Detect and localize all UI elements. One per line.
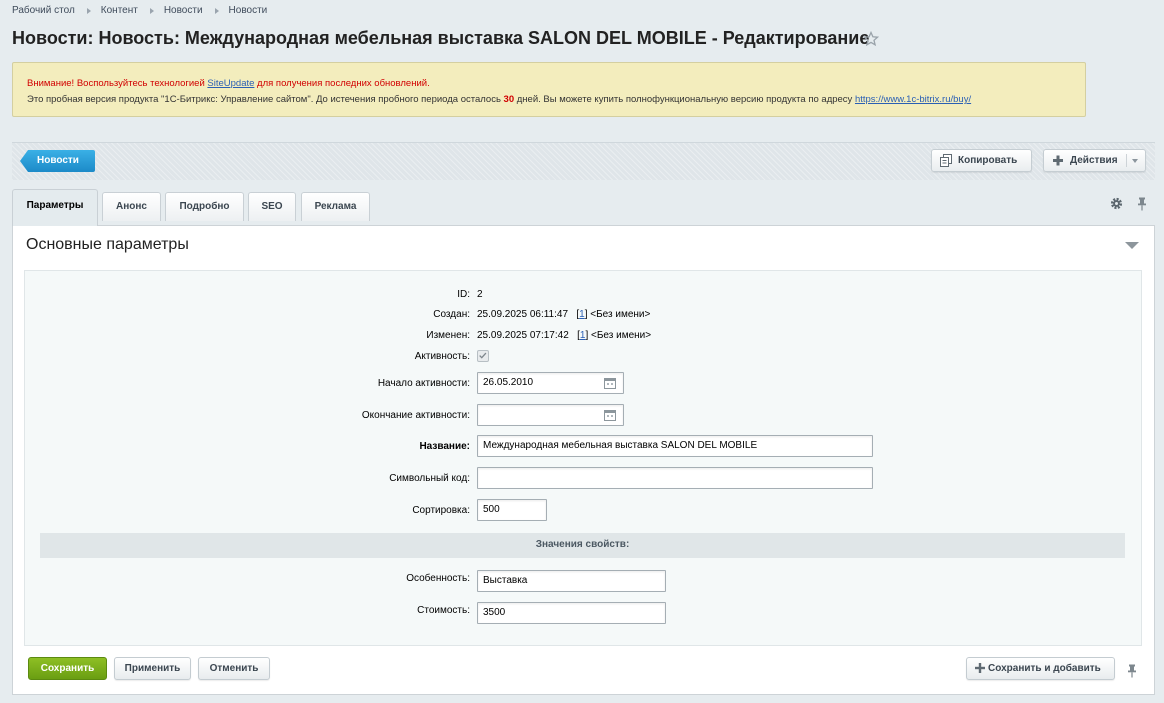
- created-user-name: <Без имени>: [590, 309, 651, 320]
- active-checkbox[interactable]: [477, 350, 489, 362]
- active-from-input[interactable]: 26.05.2010: [477, 372, 624, 394]
- breadcrumb-item-desktop[interactable]: Рабочий стол: [12, 5, 75, 16]
- gear-icon[interactable]: [1110, 197, 1123, 210]
- pin-icon[interactable]: [1127, 664, 1137, 678]
- breadcrumb-item-content[interactable]: Контент: [101, 5, 138, 16]
- actions-button-label: Действия: [1070, 155, 1118, 166]
- breadcrumb-separator-icon: [149, 7, 154, 14]
- copy-button-label: Копировать: [958, 155, 1018, 166]
- name-label: Название:: [419, 441, 470, 452]
- code-input[interactable]: [477, 467, 873, 489]
- sort-input[interactable]: 500: [477, 499, 547, 521]
- active-from-value: 26.05.2010: [483, 377, 534, 388]
- notice-info-text: Это пробная версия продукта "1С-Битрикс:…: [27, 94, 504, 105]
- sort-label: Сортировка:: [412, 505, 470, 516]
- modified-user-name: <Без имени>: [591, 330, 652, 341]
- edit-panel: Основные параметры ID: 2 Создан: 25.09.2…: [12, 225, 1155, 695]
- section-title: Основные параметры: [26, 236, 189, 253]
- calendar-icon[interactable]: [604, 409, 616, 421]
- id-label: ID:: [457, 289, 470, 300]
- name-input[interactable]: Международная мебельная выставка SALON D…: [477, 435, 873, 457]
- breadcrumb-separator-icon: [214, 7, 219, 14]
- breadcrumb-item-news-list[interactable]: Новости: [229, 5, 268, 16]
- save-and-add-label: Сохранить и добавить: [988, 663, 1101, 674]
- code-label: Символьный код:: [389, 473, 470, 484]
- copy-icon: [940, 154, 952, 167]
- tab-seo[interactable]: SEO: [248, 192, 296, 221]
- created-user-link[interactable]: 1: [579, 309, 585, 320]
- tab-advertising[interactable]: Реклама: [301, 192, 370, 221]
- save-and-add-button[interactable]: Сохранить и добавить: [966, 657, 1115, 680]
- modified-user-link[interactable]: 1: [580, 330, 586, 341]
- cancel-button[interactable]: Отменить: [198, 657, 270, 680]
- feature-input[interactable]: Выставка: [477, 570, 666, 592]
- page-title: Новости: Новость: Международная мебельна…: [12, 28, 870, 48]
- active-label: Активность:: [414, 351, 470, 362]
- update-notice: Внимание! Воспользуйтесь технологией Sit…: [12, 62, 1086, 117]
- modified-date: 25.09.2025 07:17:42: [477, 330, 569, 341]
- notice-info-middle: дней. Вы можете купить полнофункциональн…: [514, 94, 855, 105]
- id-value: 2: [477, 289, 483, 300]
- active-to-label: Окончание активности:: [361, 410, 470, 421]
- trial-days-count: 30: [503, 94, 515, 105]
- breadcrumb-item-news[interactable]: Новости: [164, 5, 203, 16]
- copy-button[interactable]: Копировать: [931, 149, 1032, 172]
- tab-announcement[interactable]: Анонс: [102, 192, 161, 221]
- chevron-down-icon: [1132, 159, 1138, 163]
- tab-details[interactable]: Подробно: [165, 192, 244, 221]
- calendar-icon[interactable]: [604, 377, 616, 389]
- created-label: Создан:: [433, 309, 470, 320]
- active-from-label: Начало активности:: [377, 378, 470, 389]
- notice-warning-line: Внимание! Воспользуйтесь технологией Sit…: [27, 76, 1071, 92]
- plus-icon: [1053, 155, 1063, 166]
- notice-info-line: Это пробная версия продукта "1С-Битрикс:…: [27, 92, 1071, 108]
- price-label: Стоимость:: [417, 605, 470, 616]
- button-divider: [1126, 154, 1127, 167]
- notice-warning-text: Внимание! Воспользуйтесь технологией: [27, 78, 208, 89]
- form-area: ID: 2 Создан: 25.09.2025 06:11:47 [1] <Б…: [24, 270, 1142, 646]
- active-to-input[interactable]: [477, 404, 624, 426]
- save-button[interactable]: Сохранить: [28, 657, 107, 680]
- star-icon[interactable]: [863, 31, 879, 47]
- notice-warning-suffix: для получения последних обновлений.: [254, 78, 430, 89]
- properties-header: Значения свойств:: [40, 533, 1125, 558]
- plus-icon: [975, 663, 985, 673]
- pin-icon[interactable]: [1137, 197, 1147, 211]
- breadcrumb-separator-icon: [86, 7, 91, 14]
- apply-button[interactable]: Применить: [114, 657, 191, 680]
- modified-value: 25.09.2025 07:17:42 [1] <Без имени>: [477, 330, 652, 341]
- check-icon: [479, 352, 487, 359]
- breadcrumb: Рабочий стол Контент Новости Новости: [12, 5, 267, 16]
- collapse-icon[interactable]: [1125, 242, 1139, 249]
- back-to-news-button[interactable]: Новости: [20, 150, 95, 172]
- price-input[interactable]: 3500: [477, 602, 666, 624]
- context-toolbar: Новости Копировать Действия: [12, 142, 1155, 180]
- feature-label: Особенность:: [406, 573, 470, 584]
- created-value: 25.09.2025 06:11:47 [1] <Без имени>: [477, 309, 651, 320]
- siteupdate-link[interactable]: SiteUpdate: [207, 78, 254, 89]
- buy-link[interactable]: https://www.1c-bitrix.ru/buy/: [855, 94, 971, 105]
- created-date: 25.09.2025 06:11:47: [477, 309, 569, 320]
- modified-label: Изменен:: [426, 330, 470, 341]
- actions-dropdown-button[interactable]: Действия: [1043, 149, 1146, 172]
- tab-parameters[interactable]: Параметры: [12, 189, 98, 226]
